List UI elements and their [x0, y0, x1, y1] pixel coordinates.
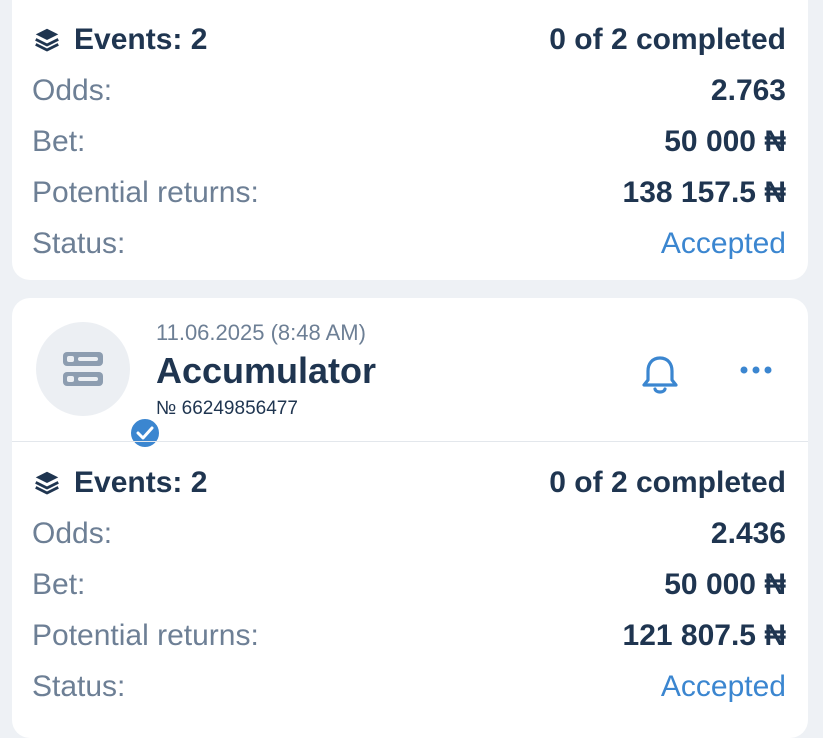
header-divider	[12, 441, 808, 442]
ticket-number: № 66249856477	[156, 398, 298, 419]
returns-label: Potential returns:	[32, 176, 259, 209]
events-label: Events: 2	[74, 466, 208, 499]
bet-value: 50 000 ₦	[664, 568, 786, 601]
bet-row: Bet: 50 000 ₦	[32, 562, 786, 608]
bet-label: Bet:	[32, 568, 86, 601]
bet-header: 11.06.2025 (8:48 AM) Accumulator № 66249…	[12, 298, 808, 450]
layers-icon	[35, 28, 59, 52]
events-label: Events: 2	[74, 23, 208, 56]
odds-label: Odds:	[32, 517, 113, 550]
odds-row: Odds: 2.763	[32, 68, 786, 114]
bell-icon[interactable]	[638, 352, 682, 398]
bet-type-title: Accumulator	[156, 350, 377, 391]
status-value: Accepted	[660, 670, 786, 703]
layers-icon	[35, 471, 59, 495]
bet-card-2[interactable]: 11.06.2025 (8:48 AM) Accumulator № 66249…	[12, 298, 808, 738]
check-badge-icon	[128, 416, 162, 450]
returns-value: 121 807.5 ₦	[622, 619, 786, 652]
odds-row: Odds: 2.436	[32, 511, 786, 557]
bet-card-1[interactable]: Events: 2 0 of 2 completed Odds: 2.763 B…	[12, 0, 808, 280]
bet-row: Bet: 50 000 ₦	[32, 119, 786, 165]
more-icon[interactable]	[734, 358, 778, 382]
completed-value: 0 of 2 completed	[549, 466, 786, 499]
status-row: Status: Accepted	[32, 664, 786, 710]
odds-label: Odds:	[32, 74, 113, 107]
bet-type-avatar	[36, 322, 162, 450]
events-row: Events: 2 0 of 2 completed	[32, 17, 786, 63]
accumulator-icon	[63, 352, 103, 386]
odds-value: 2.763	[710, 74, 786, 107]
bet-datetime: 11.06.2025 (8:48 AM)	[156, 320, 366, 345]
odds-value: 2.436	[710, 517, 786, 550]
completed-value: 0 of 2 completed	[549, 23, 786, 56]
status-value: Accepted	[660, 227, 786, 260]
status-label: Status:	[32, 670, 126, 703]
returns-value: 138 157.5 ₦	[622, 176, 786, 209]
returns-row: Potential returns: 138 157.5 ₦	[32, 170, 786, 216]
returns-label: Potential returns:	[32, 619, 259, 652]
bet-value: 50 000 ₦	[664, 125, 786, 158]
status-row: Status: Accepted	[32, 221, 786, 267]
events-row: Events: 2 0 of 2 completed	[32, 460, 786, 506]
returns-row: Potential returns: 121 807.5 ₦	[32, 613, 786, 659]
bet-label: Bet:	[32, 125, 86, 158]
status-label: Status:	[32, 227, 126, 260]
